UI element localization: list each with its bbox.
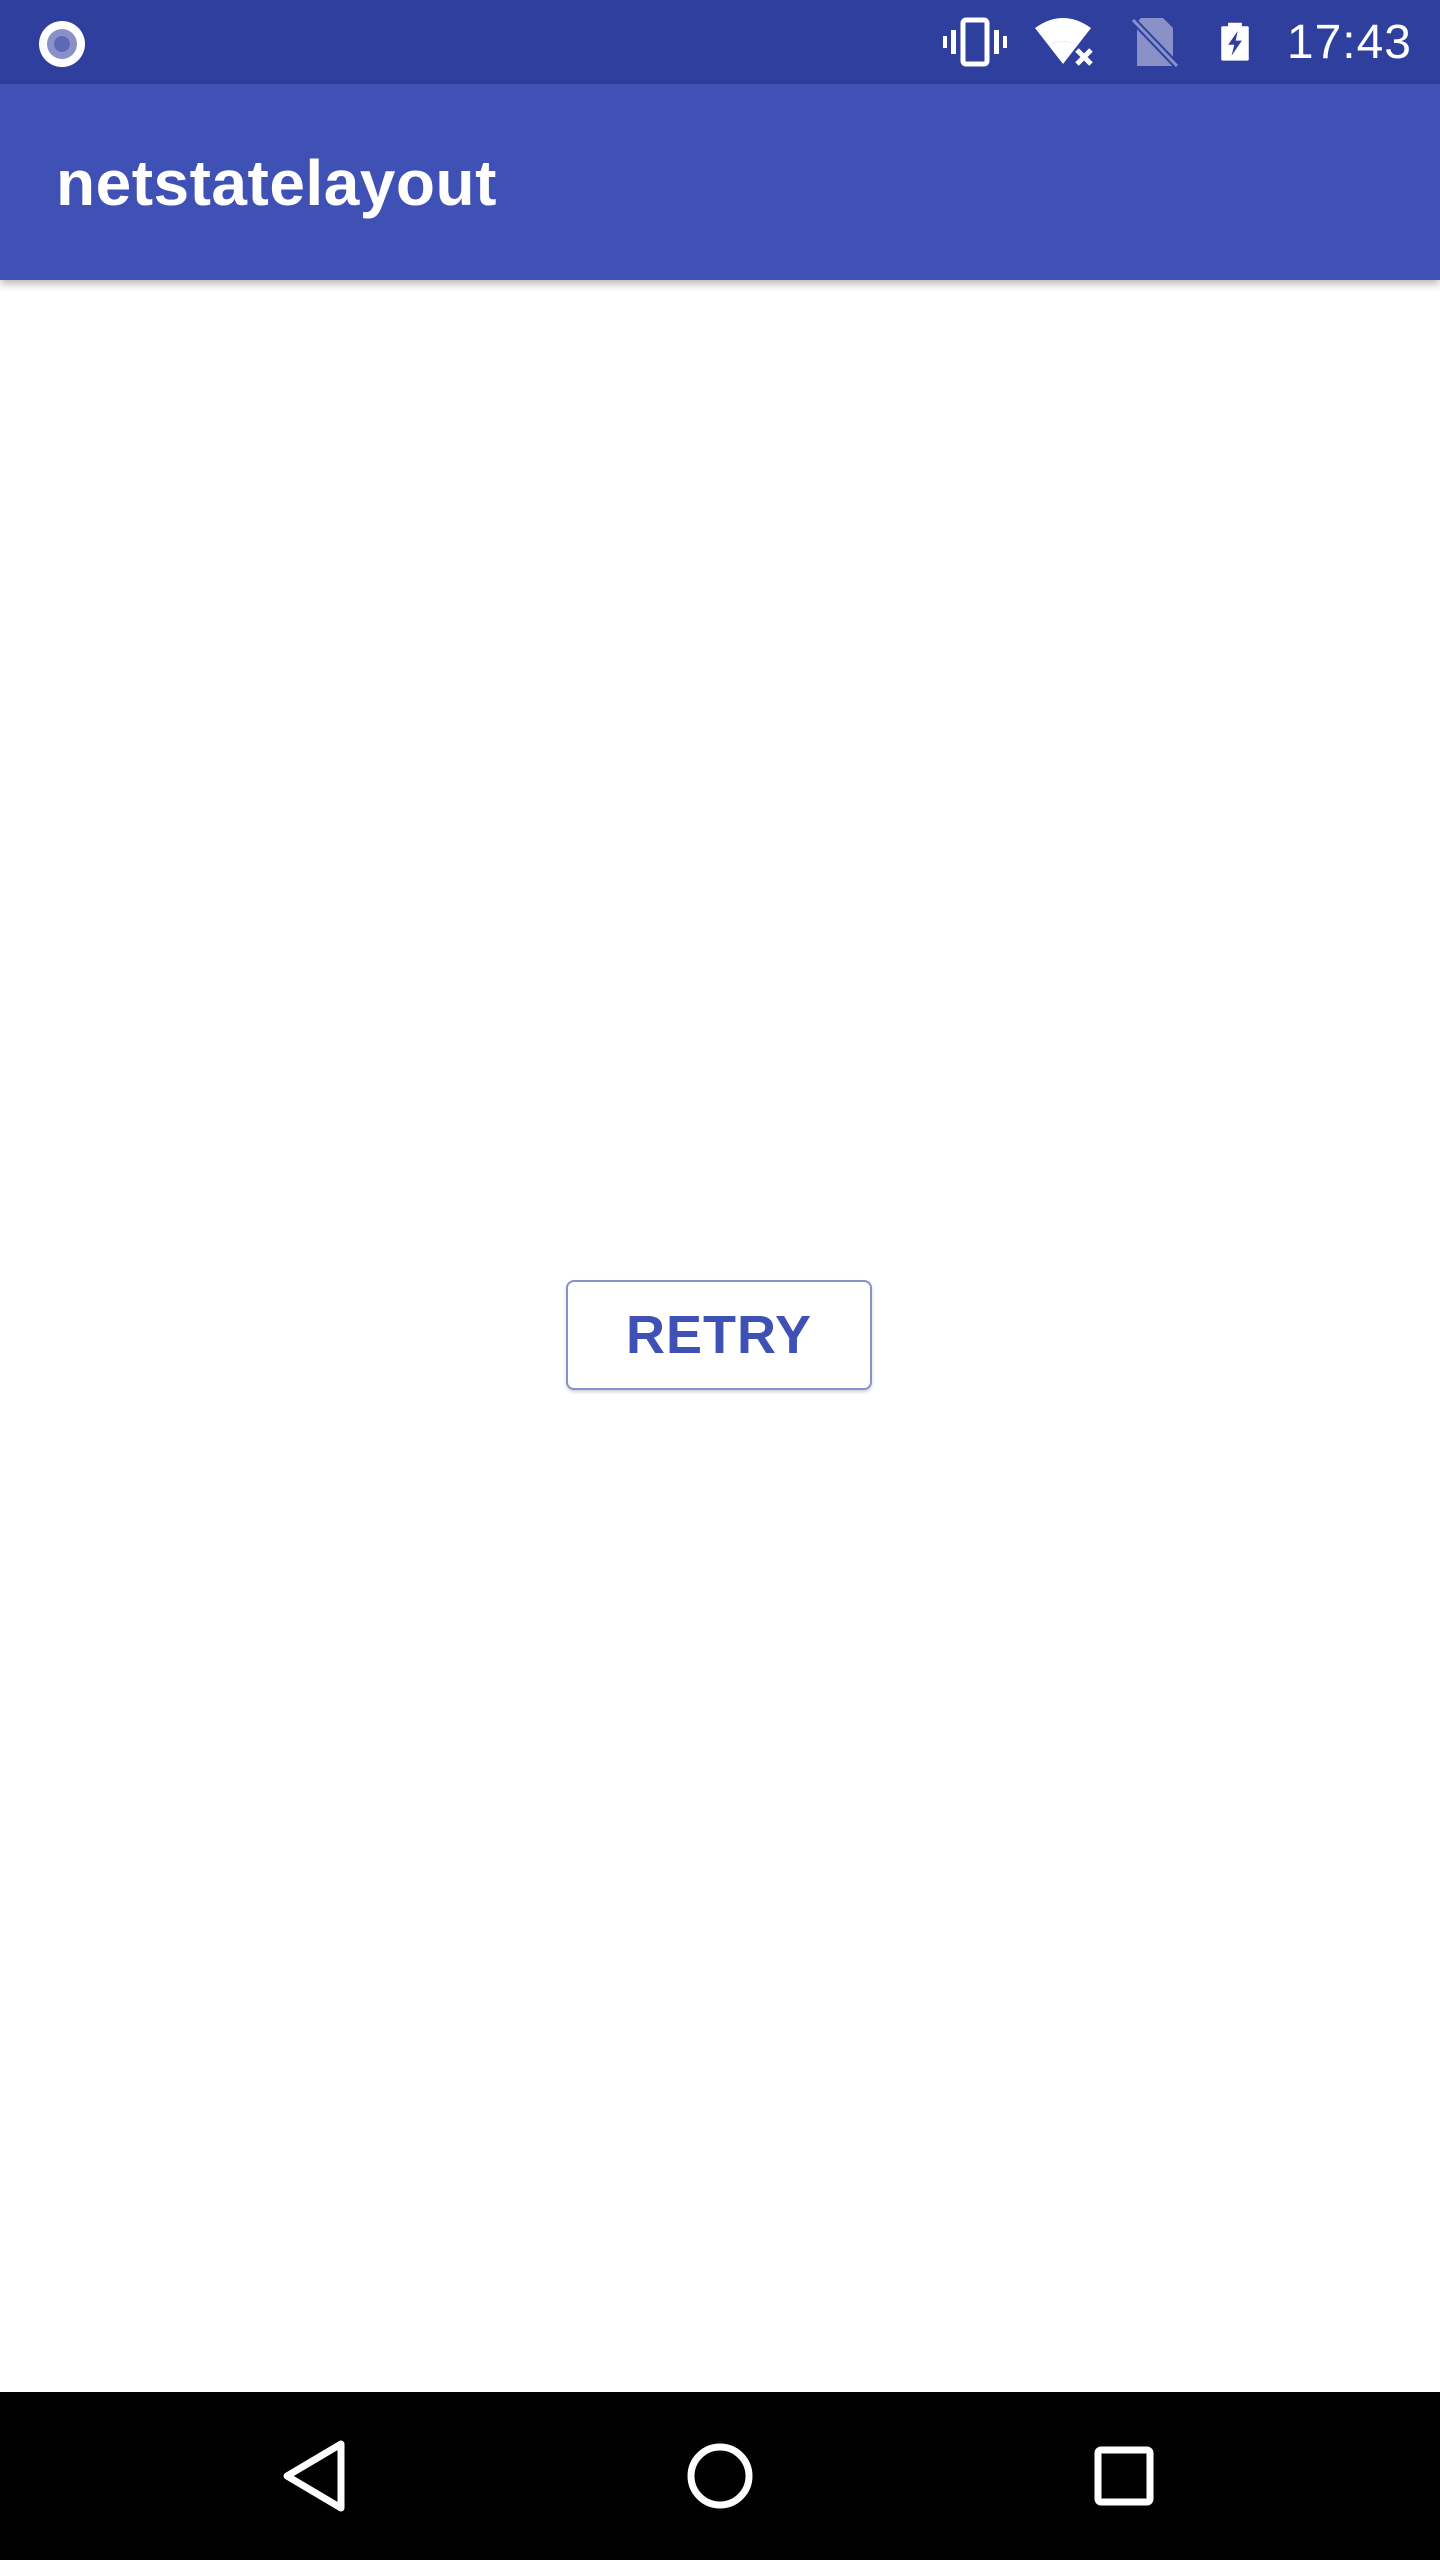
home-button[interactable]	[660, 2416, 780, 2536]
status-icons: 17:43	[942, 0, 1412, 84]
screen: 17:43 netstatelayout RETRY	[0, 0, 1440, 2560]
retry-button-label: RETRY	[625, 1305, 812, 1365]
page-title: netstatelayout	[56, 147, 497, 219]
back-icon	[283, 2440, 345, 2512]
navigation-bar	[0, 2392, 1440, 2560]
recents-icon	[1094, 2446, 1154, 2506]
status-bar: 17:43	[0, 0, 1440, 84]
notification-dot-icon	[39, 21, 85, 67]
retry-button[interactable]: RETRY	[566, 1280, 872, 1390]
back-button[interactable]	[256, 2416, 376, 2536]
vibrate-icon	[942, 17, 1007, 67]
home-icon	[687, 2443, 753, 2509]
no-sim-icon	[1128, 15, 1182, 70]
app-bar: netstatelayout	[0, 84, 1440, 280]
recents-button[interactable]	[1064, 2416, 1184, 2536]
status-time: 17:43	[1286, 15, 1412, 69]
wifi-no-internet-icon	[1034, 18, 1093, 66]
battery-charging-icon	[1221, 22, 1249, 61]
